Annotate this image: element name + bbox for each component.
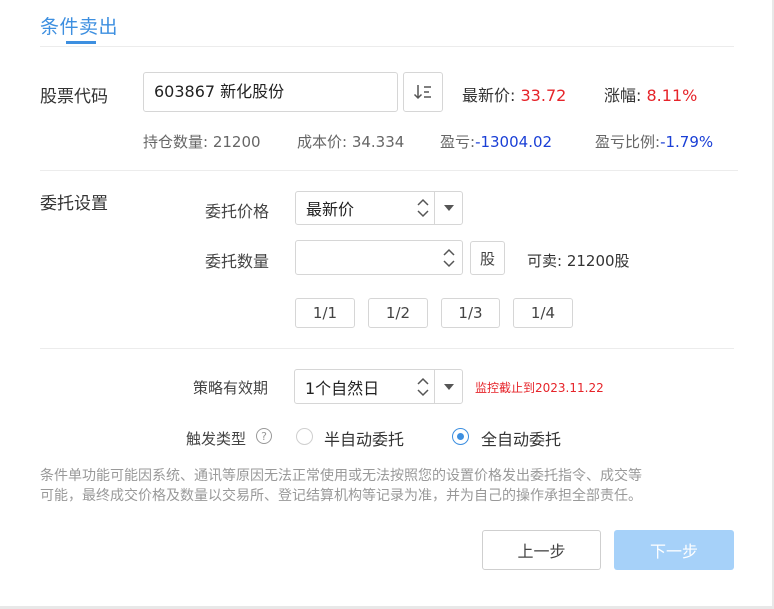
latest-price-label: 最新价:	[462, 86, 516, 105]
stock-code-label: 股票代码	[40, 87, 108, 107]
disclaimer-line-2: 可能，最终成交价格及数量以交易所、登记结算机构等记录为准，并为自己的操作承担全部…	[40, 488, 642, 504]
disclaimer-line-1: 条件单功能可能因系统、通讯等原因无法正常使用或无法按照您的设置价格发出委托指令、…	[40, 468, 642, 484]
help-icon[interactable]: ?	[256, 428, 272, 444]
order-quantity-input[interactable]	[295, 240, 463, 275]
latest-price: 最新价: 33.72	[462, 82, 566, 106]
price-change-label: 涨幅:	[604, 86, 642, 105]
validity-spinner-icon[interactable]	[416, 376, 430, 398]
order-price-select-value: 最新价	[306, 200, 355, 219]
spinner-icon[interactable]	[416, 197, 430, 219]
sellable-quantity: 可卖: 21200股	[527, 252, 630, 270]
holding-quantity: 持仓数量: 21200	[143, 133, 261, 151]
profit-loss-ratio-value: -1.79%	[660, 133, 714, 151]
fraction-button-1-1[interactable]: 1/1	[295, 298, 355, 328]
sort-icon	[413, 85, 431, 100]
validity-dropdown-toggle[interactable]	[434, 370, 462, 403]
order-price-select[interactable]: 最新价	[295, 191, 463, 225]
strategy-validity-value: 1个自然日	[305, 378, 380, 398]
profit-loss-label: 盈亏:	[440, 133, 476, 151]
quantity-spinner-icon[interactable]	[442, 247, 456, 269]
section-divider-2	[40, 348, 734, 349]
order-settings-label: 委托设置	[40, 194, 108, 214]
strategy-validity-label: 策略有效期	[193, 379, 269, 397]
fraction-button-1-4[interactable]: 1/4	[513, 298, 573, 328]
page-title: 条件卖出	[40, 16, 119, 38]
latest-price-value: 33.72	[520, 86, 567, 105]
radio-full-auto[interactable]	[452, 428, 469, 445]
title-tab-indicator	[66, 41, 96, 44]
sort-button[interactable]	[403, 72, 443, 112]
order-quantity-label: 委托数量	[205, 252, 270, 271]
disclaimer-text: 条件单功能可能因系统、通讯等原因无法正常使用或无法按照您的设置价格发出委托指令、…	[40, 466, 740, 506]
next-step-button[interactable]: 下一步	[614, 530, 734, 570]
radio-semi-auto-label[interactable]: 半自动委托	[324, 426, 404, 450]
price-change: 涨幅: 8.11%	[604, 82, 697, 106]
profit-loss-ratio: 盈亏比例:-1.79%	[595, 131, 713, 152]
profit-loss: 盈亏:-13004.02	[440, 131, 552, 152]
prev-step-button[interactable]: 上一步	[482, 530, 601, 570]
monitor-until-note: 监控截止到2023.11.22	[475, 381, 604, 395]
caret-down-icon	[443, 205, 454, 211]
profit-loss-value: -13004.02	[475, 133, 553, 151]
radio-full-auto-label[interactable]: 全自动委托	[481, 426, 561, 450]
stock-code-input[interactable]: 603867 新化股份	[143, 72, 398, 112]
profit-loss-ratio-label: 盈亏比例:	[595, 133, 661, 151]
section-divider	[40, 170, 738, 171]
fraction-button-1-2[interactable]: 1/2	[368, 298, 428, 328]
radio-semi-auto[interactable]	[296, 428, 313, 445]
strategy-validity-select[interactable]: 1个自然日	[294, 369, 463, 404]
dropdown-toggle[interactable]	[434, 192, 462, 224]
header-divider	[40, 46, 734, 47]
quantity-unit-button[interactable]: 股	[470, 241, 505, 275]
caret-down-icon	[443, 383, 454, 390]
cost-price: 成本价: 34.334	[297, 133, 405, 151]
price-change-value: 8.11%	[646, 86, 698, 105]
order-price-label: 委托价格	[205, 202, 270, 221]
fraction-button-1-3[interactable]: 1/3	[441, 298, 500, 328]
trigger-type-label: 触发类型	[186, 430, 247, 448]
